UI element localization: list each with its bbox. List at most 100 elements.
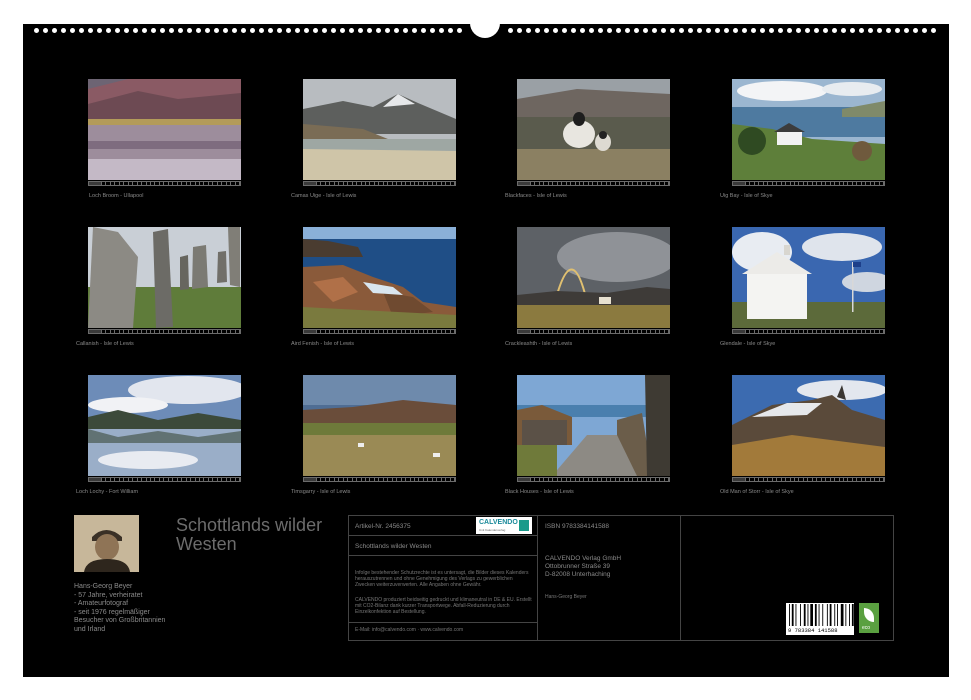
date-strip xyxy=(732,181,885,186)
binding-hole xyxy=(448,28,453,33)
binding-hole xyxy=(439,28,444,33)
binding-hole xyxy=(652,28,657,33)
binding-hole xyxy=(688,28,693,33)
info-rule-2 xyxy=(348,555,538,556)
date-strip xyxy=(732,329,885,334)
barcode-bar xyxy=(826,604,828,626)
binding-hole xyxy=(787,28,792,33)
binding-hole xyxy=(580,28,585,33)
binding-hole xyxy=(142,28,147,33)
barcode-bar xyxy=(800,604,801,626)
binding-hole xyxy=(805,28,810,33)
isbn: ISBN 9783384141588 xyxy=(545,523,609,530)
info-rule-3 xyxy=(348,622,538,623)
binding-hole xyxy=(385,28,390,33)
photographer-credit: Hans-Georg Beyer xyxy=(545,594,587,600)
binding-hole xyxy=(286,28,291,33)
barcode-bar xyxy=(834,604,836,626)
binding-hole xyxy=(859,28,864,33)
barcode-bar xyxy=(807,604,809,626)
photo-old-man-of-storr xyxy=(732,375,885,476)
binding-hole xyxy=(349,28,354,33)
binding-hole xyxy=(670,28,675,33)
barcode-bar xyxy=(837,604,838,626)
eco-badge: eco xyxy=(859,603,879,633)
barcode: 9 783384 141588 xyxy=(786,603,854,635)
binding-hole xyxy=(106,28,111,33)
calvendo-logo-text: CALVENDO xyxy=(479,519,518,526)
binding-hole xyxy=(769,28,774,33)
binding-hole xyxy=(589,28,594,33)
binding-hole xyxy=(661,28,666,33)
date-strip xyxy=(303,477,456,482)
photo-caption: Timsgarry - Isle of Lewis xyxy=(291,489,351,495)
photo-callanish xyxy=(88,227,241,328)
binding-hole xyxy=(607,28,612,33)
binding-hole xyxy=(715,28,720,33)
barcode-number: 9 783384 141588 xyxy=(788,627,838,634)
photo-caption: Callanish - Isle of Lewis xyxy=(76,341,134,347)
date-strip xyxy=(517,477,670,482)
binding-hole xyxy=(733,28,738,33)
photo-loch-lochy xyxy=(88,375,241,476)
binding-hole xyxy=(34,28,39,33)
binding-hole xyxy=(52,28,57,33)
binding-hole xyxy=(205,28,210,33)
binding-hole xyxy=(535,28,540,33)
binding-hole xyxy=(517,28,522,33)
author-bio: - 57 Jahre, verheiratet - Amateurfotogra… xyxy=(74,591,166,633)
legal-notice: Infolge bestehender Schutzrechte ist es … xyxy=(355,570,529,589)
barcode-bar xyxy=(851,604,854,626)
binding-hole xyxy=(250,28,255,33)
photo-caption: Blackfaces - Isle of Lewis xyxy=(505,193,567,199)
binding-hole xyxy=(97,28,102,33)
binding-hole xyxy=(562,28,567,33)
binding-hole xyxy=(625,28,630,33)
photo-aird-fenish xyxy=(303,227,456,328)
binding-hole xyxy=(232,28,237,33)
binding-hole xyxy=(850,28,855,33)
binding-hole xyxy=(223,28,228,33)
photo-camas-uige xyxy=(303,79,456,180)
binding-hole xyxy=(832,28,837,33)
binding-hole xyxy=(403,28,408,33)
binding-hole xyxy=(259,28,264,33)
binding-hole xyxy=(169,28,174,33)
binding-hole xyxy=(895,28,900,33)
date-strip xyxy=(517,181,670,186)
date-strip xyxy=(88,477,241,482)
production-notice: CALVENDO produziert beidseitig gedruckt … xyxy=(355,597,532,616)
binding-hole xyxy=(457,28,462,33)
date-strip xyxy=(88,181,241,186)
photo-caption: Uig Bay - Isle of Skye xyxy=(720,193,773,199)
binding-hole xyxy=(412,28,417,33)
info-rule-1 xyxy=(348,535,538,536)
binding-hole xyxy=(277,28,282,33)
product-title: Schottlands wilder Westen xyxy=(355,543,432,550)
binding-hole xyxy=(187,28,192,33)
binding-hole xyxy=(616,28,621,33)
binding-hole xyxy=(340,28,345,33)
photo-caption: Glendale - Isle of Skye xyxy=(720,341,776,347)
binding-hole xyxy=(394,28,399,33)
binding-hole xyxy=(160,28,165,33)
binding-hole xyxy=(79,28,84,33)
binding-hole xyxy=(778,28,783,33)
barcode-bar xyxy=(822,604,824,626)
binding-hole xyxy=(70,28,75,33)
author-portrait xyxy=(74,515,139,572)
binding-hole xyxy=(823,28,828,33)
date-strip xyxy=(732,477,885,482)
binding-hole xyxy=(430,28,435,33)
calvendo-logo-mark xyxy=(519,520,529,531)
calendar-title: Schottlands wilder Westen xyxy=(176,515,323,554)
binding-hole xyxy=(421,28,426,33)
binding-hole xyxy=(151,28,156,33)
eco-label: eco xyxy=(862,625,871,631)
binding-hole xyxy=(760,28,765,33)
binding-hole xyxy=(877,28,882,33)
date-strip xyxy=(303,181,456,186)
barcode-bar xyxy=(789,604,790,626)
calvendo-logo: CALVENDO Unit Kalenderverlag xyxy=(476,517,532,534)
binding-hole xyxy=(133,28,138,33)
